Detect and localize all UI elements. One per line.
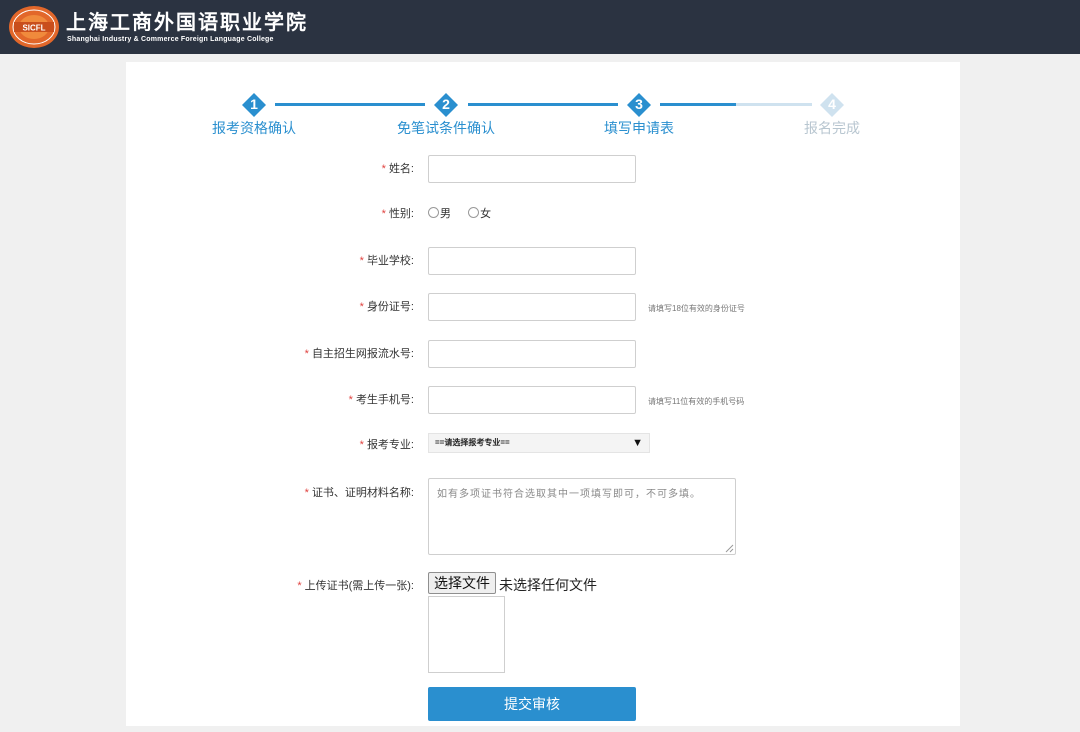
- phone-hint: 请填写11位有效的手机号码: [648, 397, 745, 406]
- gender-option-male[interactable]: 男: [428, 205, 451, 221]
- form-row-school: * 毕业学校:: [126, 247, 960, 277]
- gender-label: * 性别:: [214, 205, 414, 221]
- step-1-label: 报考资格确认: [212, 120, 296, 136]
- top-header: SICFL 上海工商外国语职业学院 Shanghai Industry & Co…: [0, 0, 1080, 54]
- certificate-name-label: * 证书、证明材料名称:: [214, 484, 414, 500]
- form-row-name: * 姓名:: [126, 155, 960, 185]
- form-card: 1 报考资格确认 2 免笔试条件确认 3 填写申请表 4 报名完成 * 姓名: *…: [126, 62, 960, 726]
- name-label: * 姓名:: [214, 160, 414, 176]
- certificate-name-textarea[interactable]: 如有多项证书符合选取其中一项填写即可，不可多填。: [428, 478, 736, 555]
- major-select[interactable]: ==请选择报考专业== ▼: [428, 433, 650, 453]
- step-2-label: 免笔试条件确认: [397, 120, 495, 136]
- required-mark: *: [304, 487, 309, 499]
- form-row-certificate-name: * 证书、证明材料名称: 如有多项证书符合选取其中一项填写即可，不可多填。: [126, 478, 960, 558]
- step-4-number: 4: [828, 96, 836, 112]
- college-name-cn: 上海工商外国语职业学院: [66, 10, 308, 34]
- id-number-input[interactable]: [428, 293, 636, 321]
- id-number-label: * 身份证号:: [214, 298, 414, 314]
- phone-input[interactable]: [428, 386, 636, 414]
- phone-label: * 考生手机号:: [214, 391, 414, 407]
- step-3-label: 填写申请表: [604, 120, 674, 136]
- step-4-label: 报名完成: [804, 120, 860, 136]
- step-1-number: 1: [250, 96, 258, 112]
- name-input[interactable]: [428, 155, 636, 183]
- form-row-upload: * 上传证书(需上传一张): 选择文件 未选择任何文件: [126, 571, 960, 675]
- form-row-major: * 报考专业: ==请选择报考专业== ▼: [126, 433, 960, 455]
- college-seal-icon: SICFL: [9, 6, 59, 48]
- file-status-text: 未选择任何文件: [499, 577, 597, 593]
- name-label-text: 姓名:: [388, 163, 414, 175]
- serial-number-label: * 自主招生网报流水号:: [214, 345, 414, 361]
- form-row-gender: * 性别: 男 女: [126, 204, 960, 224]
- step-connector-1: [275, 103, 425, 106]
- required-mark: *: [359, 301, 364, 313]
- required-mark: *: [359, 255, 364, 267]
- gender-radio-group: 男 女: [428, 205, 505, 221]
- logo-abbr: SICFL: [22, 24, 45, 33]
- choose-file-button[interactable]: 选择文件: [428, 572, 496, 594]
- radio-female[interactable]: [468, 207, 480, 218]
- serial-number-input[interactable]: [428, 340, 636, 368]
- chevron-down-icon: ▼: [632, 437, 643, 449]
- required-mark: *: [304, 348, 309, 360]
- gender-option-female[interactable]: 女: [468, 205, 491, 221]
- gender-female-text: 女: [480, 208, 492, 220]
- college-name-en: Shanghai Industry & Commerce Foreign Lan…: [67, 36, 274, 43]
- form-row-serial-number: * 自主招生网报流水号:: [126, 340, 960, 370]
- resize-grip-icon[interactable]: [725, 544, 734, 553]
- form-row-id-number: * 身份证号: 请填写18位有效的身份证号: [126, 293, 960, 323]
- step-connector-3-progress: [660, 103, 736, 106]
- school-label-text: 毕业学校:: [366, 255, 414, 267]
- major-label: * 报考专业:: [214, 436, 414, 452]
- gender-male-text: 男: [440, 208, 451, 220]
- phone-label-text: 考生手机号:: [355, 394, 414, 406]
- radio-male[interactable]: [428, 207, 439, 218]
- major-label-text: 报考专业:: [366, 439, 414, 451]
- step-connector-2: [468, 103, 618, 106]
- required-mark: *: [381, 208, 386, 220]
- required-mark: *: [297, 580, 302, 592]
- certificate-name-label-text: 证书、证明材料名称:: [311, 487, 414, 499]
- step-connector-3-remaining: [736, 103, 812, 106]
- certificate-name-placeholder: 如有多项证书符合选取其中一项填写即可，不可多填。: [437, 489, 701, 500]
- form-row-phone: * 考生手机号: 请填写11位有效的手机号码: [126, 386, 960, 416]
- id-number-hint: 请填写18位有效的身份证号: [648, 304, 745, 313]
- step-2-number: 2: [442, 96, 450, 112]
- serial-number-label-text: 自主招生网报流水号:: [311, 348, 414, 360]
- progress-steps: 1 报考资格确认 2 免笔试条件确认 3 填写申请表 4 报名完成: [126, 62, 960, 142]
- gender-label-text: 性别:: [388, 208, 414, 220]
- major-select-value: ==请选择报考专业==: [435, 438, 510, 447]
- required-mark: *: [348, 394, 353, 406]
- upload-label-text: 上传证书(需上传一张):: [304, 580, 414, 592]
- required-mark: *: [359, 439, 364, 451]
- submit-button[interactable]: 提交审核: [428, 687, 636, 721]
- step-3-number: 3: [635, 96, 643, 112]
- school-input[interactable]: [428, 247, 636, 275]
- id-number-label-text: 身份证号:: [366, 301, 414, 313]
- upload-label: * 上传证书(需上传一张):: [214, 577, 414, 593]
- upload-preview-box: [428, 596, 505, 673]
- school-label: * 毕业学校:: [214, 252, 414, 268]
- required-mark: *: [381, 163, 386, 175]
